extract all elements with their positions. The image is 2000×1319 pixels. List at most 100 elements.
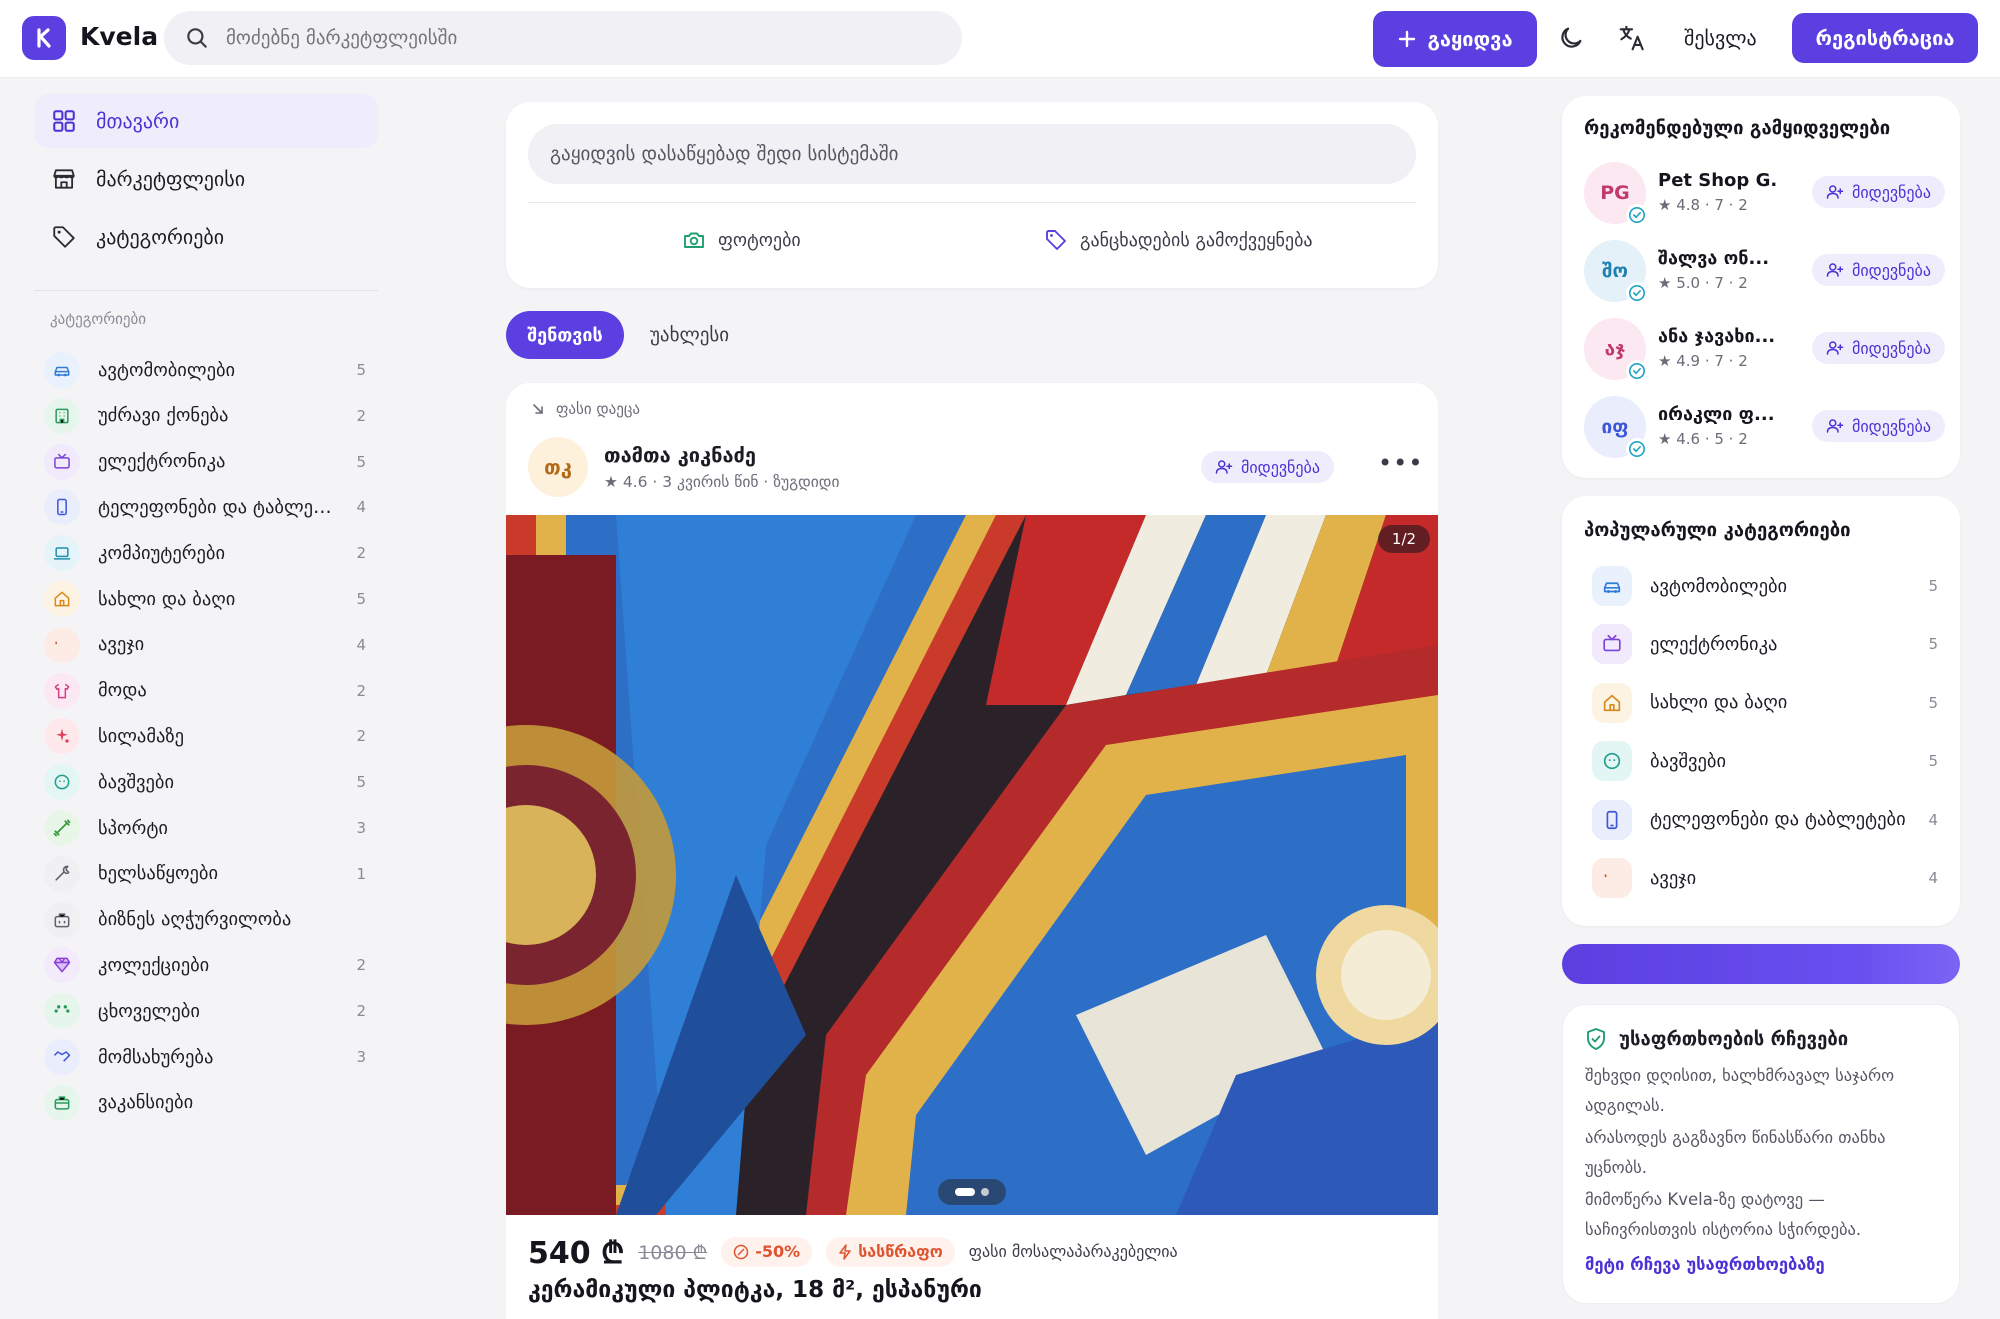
follow-button[interactable]: მიდევნება [1812, 332, 1945, 364]
follow-button[interactable]: მიდევნება [1812, 410, 1945, 442]
tab-newest[interactable]: უახლესი [650, 324, 729, 346]
promo-banner[interactable] [1562, 944, 1960, 984]
more-safety-tips-link[interactable]: მეტი რჩევა უსაფრთხოებაზე [1585, 1255, 1825, 1274]
user-plus-icon [1826, 185, 1844, 199]
grid-icon [50, 107, 78, 135]
camera-icon [684, 232, 704, 248]
recommended-seller[interactable]: შო შალვა ონ... ★ 5.0 · 7 · 2 მიდევნება [1584, 240, 1945, 304]
nav-item-categories[interactable]: კატეგორიები [34, 210, 378, 264]
seller-name[interactable]: ანა ჯავახი... [1658, 326, 1775, 347]
safety-tips-card: უსაფრთხოების რჩევები შეხვდი დღისით, ხალხ… [1562, 1004, 1960, 1304]
verified-icon [1626, 282, 1648, 304]
brand-logo[interactable] [22, 16, 66, 60]
author-name[interactable]: თამთა კიკნაძე [604, 443, 756, 467]
publish-listing-button[interactable]: განცხადების გამოქვეყნება [1044, 228, 1313, 252]
register-button[interactable]: რეგისტრაცია [1792, 13, 1978, 63]
gem-icon [44, 947, 80, 984]
translate-icon [1619, 25, 1644, 51]
sidebar-category-item[interactable]: ავეჯი 4 [44, 625, 374, 665]
sidebar-category-item[interactable]: მოდა 2 [44, 671, 374, 711]
sidebar-category-item[interactable]: ტელეფონები და ტაბლეტები 4 [44, 487, 374, 527]
tab-for-you[interactable]: შენთვის [506, 311, 624, 359]
sidebar-category-item[interactable]: ცხოველები 2 [44, 991, 374, 1031]
sidebar-category-item[interactable]: უძრავი ქონება 2 [44, 396, 374, 436]
seller-rating: ★ 5.0 · 7 · 2 [1658, 274, 1748, 292]
category-label: ავეჯი [98, 634, 145, 656]
category-label: ხელსაწყოები [98, 863, 219, 885]
sidebar-category-item[interactable]: ვაკანსიები [44, 1083, 374, 1123]
listing-card[interactable]: ფასი დაეცა თკ თამთა კიკნაძე ★ 4.6 · 3 კვ… [506, 383, 1438, 1319]
popular-category-item[interactable]: ავტომობილები 5 [1592, 564, 1938, 608]
popular-category-item[interactable]: ტელეფონები და ტაბლეტები 4 [1592, 798, 1938, 842]
sidebar-category-item[interactable]: კოლექციები 2 [44, 945, 374, 985]
carousel-dots[interactable] [938, 1179, 1006, 1205]
tv-icon [1592, 624, 1632, 665]
sidebar-category-item[interactable]: ბიზნეს აღჭურვილობა [44, 900, 374, 940]
recommended-seller[interactable]: აჯ ანა ჯავახი... ★ 4.9 · 7 · 2 მიდევნება [1584, 318, 1945, 382]
category-count: 5 [356, 361, 366, 379]
carousel-dot-active[interactable] [955, 1188, 975, 1196]
category-label: ავეჯი [1650, 867, 1697, 889]
listing-photo[interactable] [506, 515, 1438, 1215]
avatar[interactable]: თკ [528, 437, 588, 497]
recommended-title: რეკომენდებული გამყიდველები [1584, 118, 1891, 139]
popular-category-item[interactable]: სახლი და ბაღი 5 [1592, 681, 1938, 725]
follow-label: მიდევნება [1852, 416, 1931, 436]
carousel-dot[interactable] [981, 1188, 989, 1196]
category-count: 3 [356, 819, 366, 837]
follow-button[interactable]: მიდევნება [1812, 176, 1945, 208]
recommended-seller[interactable]: PG Pet Shop G... ★ 4.8 · 7 · 2 მიდევნება [1584, 162, 1945, 226]
language-toggle[interactable] [1616, 22, 1648, 54]
tag-icon [1046, 230, 1066, 250]
sell-button[interactable]: გაყიდვა [1373, 11, 1537, 67]
home-icon [1592, 682, 1632, 723]
verified-icon [1626, 360, 1648, 382]
follow-button[interactable]: მიდევნება [1201, 451, 1334, 483]
safety-tip: არასოდეს გაგზავნო წინასწარი თანხა უცნობს… [1585, 1128, 1886, 1177]
follow-button[interactable]: მიდევნება [1812, 254, 1945, 286]
category-count: 2 [356, 1002, 366, 1021]
seller-name[interactable]: ირაკლი ფ... [1658, 404, 1775, 425]
add-photos-button[interactable]: ფოტოები [682, 228, 801, 252]
search-input[interactable] [226, 27, 926, 49]
popular-category-item[interactable]: ელექტრონიკა 5 [1592, 622, 1938, 666]
follow-label: მიდევნება [1852, 338, 1931, 358]
sidebar-category-item[interactable]: ავტომობილები 5 [44, 350, 374, 390]
seller-rating: ★ 4.8 · 7 · 2 [1658, 196, 1748, 214]
popular-category-item[interactable]: ავეჯი 4 [1592, 856, 1938, 900]
sidebar-category-item[interactable]: ბავშვები 5 [44, 762, 374, 802]
lightning-icon [839, 1243, 851, 1260]
job-icon [44, 1084, 80, 1121]
search-bar[interactable] [164, 11, 962, 65]
composer-divider [528, 202, 1416, 203]
popular-category-item[interactable]: ბავშვები 5 [1592, 739, 1938, 783]
nav-item-home[interactable]: მთავარი [34, 94, 378, 148]
sofa-icon [1592, 858, 1632, 898]
nav-item-marketplace[interactable]: მარკეტფლეისი [34, 152, 378, 206]
arrow-down-right-icon [533, 404, 543, 414]
category-label: კოლექციები [98, 954, 210, 976]
sofa-icon [44, 626, 80, 663]
sidebar-category-item[interactable]: სპორტი 3 [44, 808, 374, 848]
sidebar-category-item[interactable]: კომპიუტერები 2 [44, 533, 374, 573]
login-link[interactable]: შესვლა [1684, 26, 1757, 50]
category-label: ავტომობილები [1650, 575, 1788, 597]
category-label: სილამაზე [98, 725, 185, 747]
laptop-icon [44, 535, 80, 572]
composer-input[interactable]: გაყიდვის დასაწყებად შედი სისტემაში [528, 124, 1416, 184]
recommended-seller[interactable]: იფ ირაკლი ფ... ★ 4.6 · 5 · 2 მიდევნება [1584, 396, 1945, 460]
seller-name[interactable]: შალვა ონ... [1658, 248, 1769, 269]
dark-mode-toggle[interactable] [1555, 22, 1587, 54]
listing-title[interactable]: კერამიკული პლიტკა, 18 მ², ესპანური [528, 1277, 982, 1303]
seller-name[interactable]: Pet Shop G... [1658, 170, 1778, 191]
sidebar-category-item[interactable]: ელექტრონიკა 5 [44, 442, 374, 482]
user-plus-icon [1826, 341, 1844, 355]
sidebar-category-item[interactable]: მომსახურება 3 [44, 1037, 374, 1077]
sidebar-category-item[interactable]: ხელსაწყოები 1 [44, 854, 374, 894]
safety-title-label: უსაფრთხოების რჩევები [1619, 1028, 1849, 1050]
more-options-icon[interactable]: ••• [1378, 449, 1423, 477]
nav-label: მთავარი [96, 109, 180, 133]
brand-name[interactable]: Kvela [80, 22, 158, 51]
sidebar-category-item[interactable]: სახლი და ბაღი 5 [44, 579, 374, 619]
sidebar-category-item[interactable]: სილამაზე 2 [44, 716, 374, 756]
